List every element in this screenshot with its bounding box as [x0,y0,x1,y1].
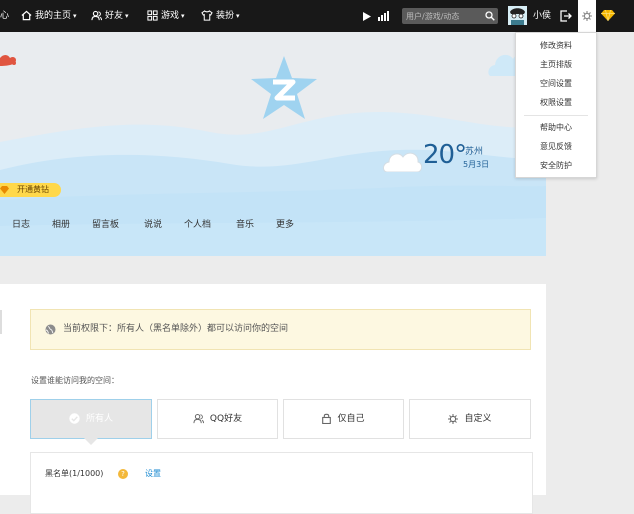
vip-label: 开通黄钻 [17,185,49,194]
search-box [402,8,498,24]
play-icon[interactable] [363,12,371,21]
profile-tab-profile[interactable]: 个人档 [184,217,211,230]
blacklist-section: 黑名单(1/1000) ? 设置 [30,452,533,514]
weather-date: 5月3日 [463,160,490,169]
chevron-down-icon: ▾ [125,12,129,20]
permission-notice: 当前权限下：所有人（黑名单除外）都可以访问你的空间 [30,309,531,350]
friends-icon [193,413,204,424]
menu-item-feedback[interactable]: 意见反馈 [516,141,596,152]
decoration-icon [0,55,16,66]
weather-cloud-icon [383,152,422,172]
avatar[interactable] [508,6,527,25]
menu-item-space-settings[interactable]: 空间设置 [516,78,596,89]
menu-divider [524,115,588,116]
profile-navigation: 日志 相册 留言板 说说 个人档 音乐 更多 [0,217,546,235]
option-only-me[interactable]: 仅自己 [283,399,404,439]
profile-tab-moments[interactable]: 说说 [144,217,162,230]
profile-tab-album[interactable]: 相册 [52,217,70,230]
avatar-image [508,6,527,25]
profile-tab-more[interactable]: 更多 [276,217,294,230]
signal-bars-icon[interactable] [378,11,389,21]
option-everyone-pointer [84,438,98,445]
lock-icon [322,413,332,425]
nav-my-homepage[interactable]: 我的主页 ▾ [21,0,77,32]
chevron-down-icon: ▾ [73,12,77,20]
nav-dress-up-label: 装扮 [216,11,235,21]
search-icon[interactable] [485,11,495,21]
profile-tab-blog[interactable]: 日志 [12,217,30,230]
logout-icon[interactable] [560,10,572,22]
access-section-label: 设置谁能访问我的空间： [31,376,119,385]
permission-notice-text: 当前权限下：所有人（黑名单除外）都可以访问你的空间 [63,324,289,334]
chevron-down-icon: ▾ [181,12,185,20]
profile-banner: 20° 苏州 5月3日 开通黄钻 日志 相册 留言板 说说 个人档 音乐 更多 [0,32,546,256]
search-input[interactable] [406,9,478,23]
nav-friends[interactable]: 好友 ▾ [91,0,129,32]
chevron-down-icon: ▾ [236,12,240,20]
nav-item-truncated[interactable]: 心 [0,0,9,32]
nav-friends-label: 好友 [105,11,124,21]
option-custom[interactable]: 自定义 [409,399,531,439]
nav-dress-up[interactable]: 装扮 ▾ [201,0,240,32]
globe-icon [45,324,56,335]
weather-temperature: 20° [423,140,467,170]
vip-button[interactable]: 开通黄钻 [0,183,61,197]
menu-item-edit-profile[interactable]: 修改资料 [516,40,596,51]
option-everyone[interactable]: 所有人 [30,399,152,439]
profile-tab-music[interactable]: 音乐 [236,217,254,230]
shirt-icon [201,10,213,21]
home-icon [21,10,32,21]
weather-city: 苏州 [465,147,484,157]
option-custom-label: 自定义 [464,414,492,424]
menu-item-homepage-layout[interactable]: 主页排版 [516,59,596,70]
menu-item-help-center[interactable]: 帮助中心 [516,122,596,133]
profile-tab-message-board[interactable]: 留言板 [92,217,119,230]
nav-my-homepage-label: 我的主页 [35,11,72,21]
star-logo-icon [251,56,317,119]
friends-icon [91,10,103,21]
top-navigation-bar: 心 我的主页▾ 好友▾ 游戏▾ 装扮▾ 小侯 [0,0,634,33]
settings-dropdown-menu: 修改资料 主页排版 空间设置 权限设置 帮助中心 意见反馈 安全防护 [515,32,597,178]
check-icon [69,413,80,424]
help-icon[interactable]: ? [118,469,128,479]
blacklist-label: 黑名单(1/1000) [45,469,104,478]
nav-games-label: 游戏 [161,11,180,21]
diamond-icon[interactable] [601,10,615,21]
gear-icon [582,11,592,21]
option-qq-friends-label: QQ好友 [209,414,243,424]
blacklist-settings-link[interactable]: 设置 [145,468,161,479]
gear-icon [448,413,459,424]
username[interactable]: 小侯 [533,0,551,32]
menu-item-security[interactable]: 安全防护 [516,160,596,171]
option-qq-friends[interactable]: QQ好友 [157,399,278,439]
nav-games[interactable]: 游戏 ▾ [147,0,185,32]
option-only-me-label: 仅自己 [337,414,365,424]
left-edge-tab [0,310,2,334]
menu-item-permission-settings[interactable]: 权限设置 [516,97,596,108]
settings-button[interactable] [578,0,596,33]
apps-grid-icon [147,10,158,21]
diamond-icon [0,186,9,194]
option-everyone-label: 所有人 [85,414,113,424]
